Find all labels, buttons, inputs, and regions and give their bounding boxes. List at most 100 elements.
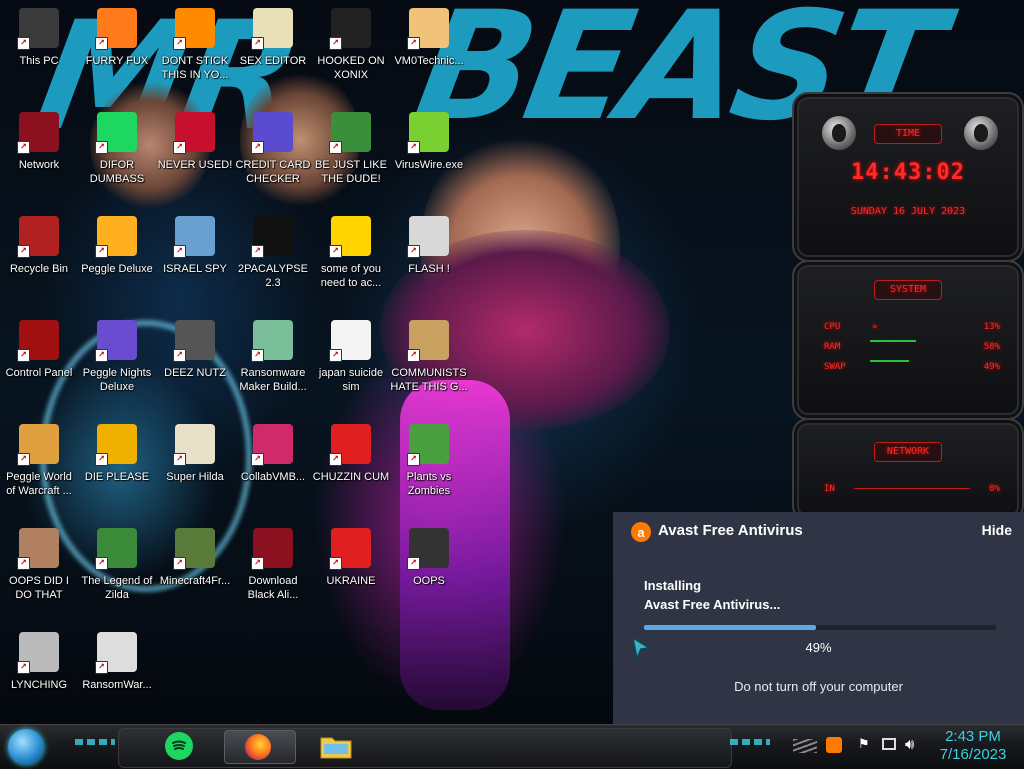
desktop-icon[interactable]: ↗ BE JUST LIKE THE DUDE!: [312, 106, 390, 202]
desktop-icon[interactable]: ↗ Network: [0, 106, 78, 202]
desktop-icon[interactable]: ↗ This PC: [0, 2, 78, 98]
shortcut-arrow-icon: ↗: [251, 557, 264, 570]
cpu-row: CPU » 13%: [824, 322, 1000, 336]
desktop-icon[interactable]: ↗ Recycle Bin: [0, 210, 78, 306]
desktop-icon[interactable]: ↗ Peggle Deluxe: [78, 210, 156, 306]
avast-tray-icon[interactable]: [826, 737, 842, 753]
desktop-icon-label: LYNCHING: [10, 679, 68, 691]
desktop-icon[interactable]: ↗ Peggle Nights Deluxe: [78, 314, 156, 410]
swap-value: 49%: [983, 362, 1000, 372]
desktop-icon[interactable]: ↗ Download Black Ali...: [234, 522, 312, 618]
shortcut-arrow-icon: ↗: [95, 349, 108, 362]
desktop-icon[interactable]: ↗ DIFOR DUMBASS: [78, 106, 156, 202]
desktop-icon-label: UKRAINE: [326, 575, 376, 587]
desktop-icon[interactable]: ↗ some of you need to ac...: [312, 210, 390, 306]
desktop-icon[interactable]: ↗ 2PACALYPSE 2.3: [234, 210, 312, 306]
shortcut-arrow-icon: ↗: [407, 141, 420, 154]
desktop-icon-label: The Legend of Zilda: [81, 575, 153, 601]
spy-icon: ↗: [173, 216, 215, 258]
desktop-icon[interactable]: ↗ Control Panel: [0, 314, 78, 410]
desktop-icon[interactable]: ↗ DONT STICK THIS IN YO...: [156, 2, 234, 98]
firefox-icon: ↗: [95, 8, 137, 50]
shortcut-arrow-icon: ↗: [251, 349, 264, 362]
desktop-icon-label: Minecraft4Fr...: [159, 575, 231, 587]
desktop-icon[interactable]: ↗ VirusWire.exe: [390, 106, 468, 202]
desktop-icon[interactable]: ↗ COMMUNISTS HATE THIS G...: [390, 314, 468, 410]
dev-cpp-icon: ↗: [173, 112, 215, 154]
desktop-icon[interactable]: ↗ OOPS: [390, 522, 468, 618]
desktop-icon-label: OOPS: [413, 575, 445, 587]
taskbar: ⚑ 🔊︎ 2:43 PM 7/16/2023: [0, 724, 1024, 769]
desktop-icon-label: DIE PLEASE: [84, 471, 150, 483]
taskbar-accent-left: [75, 739, 115, 745]
money-bag-icon: ↗: [407, 320, 449, 362]
desktop-icon-label: DEEZ NUTZ: [164, 367, 226, 379]
desktop-icon[interactable]: ↗ NEVER USED!: [156, 106, 234, 202]
desktop-icon[interactable]: ↗ Peggle World of Warcraft ...: [0, 418, 78, 514]
network-tray-icon[interactable]: [882, 738, 896, 750]
desktop-icon[interactable]: ↗ The Legend of Zilda: [78, 522, 156, 618]
peggle-icon: ↗: [95, 216, 137, 258]
clock-date: 7/16/2023: [939, 746, 1007, 763]
recycle-bin-icon: ↗: [17, 216, 59, 258]
desktop-icon-label: DONT STICK THIS IN YO...: [161, 55, 229, 81]
desktop-icon[interactable]: ↗ OOPS DID I DO THAT: [0, 522, 78, 618]
santa-icon: ↗: [329, 112, 371, 154]
plant-icon: ↗: [407, 424, 449, 466]
shortcut-arrow-icon: ↗: [173, 141, 186, 154]
desktop-icon-label: Plants vs Zombies: [406, 471, 452, 497]
desktop-icon[interactable]: ↗ DIE PLEASE: [78, 418, 156, 514]
desktop-icon[interactable]: ↗ CHUZZIN CUM: [312, 418, 390, 514]
gadget-network-panel[interactable]: NETWORK IN 0%: [792, 418, 1024, 522]
gadget-date: SUNDAY 16 JULY 2023: [850, 206, 966, 217]
desktop-icon-label: FLASH !: [408, 263, 450, 275]
shortcut-arrow-icon: ↗: [95, 141, 108, 154]
desktop-icon[interactable]: ↗ SEX EDITOR: [234, 2, 312, 98]
gadget-system-panel[interactable]: SYSTEM CPU » 13% RAM 58% SWAP 49%: [792, 260, 1024, 420]
desktop-icon[interactable]: ↗ UKRAINE: [312, 522, 390, 618]
hide-button[interactable]: Hide: [982, 522, 1012, 538]
oops-book-icon: ↗: [407, 528, 449, 570]
desktop-icon[interactable]: ↗ Minecraft4Fr...: [156, 522, 234, 618]
shortcut-arrow-icon: ↗: [17, 453, 30, 466]
desktop-icon[interactable]: ↗ ISRAEL SPY: [156, 210, 234, 306]
desktop-icon[interactable]: ↗ CREDIT CARD CHECKER: [234, 106, 312, 202]
ransomware-builder-icon: ↗: [251, 320, 293, 362]
volume-icon[interactable]: 🔊︎: [905, 735, 914, 753]
desktop-icon-label: NEVER USED!: [157, 159, 233, 171]
swap-label: SWAP: [824, 362, 846, 372]
avast-title: Avast Free Antivirus: [658, 522, 803, 539]
shortcut-arrow-icon: ↗: [173, 557, 186, 570]
show-hidden-icons-icon[interactable]: [793, 739, 817, 753]
shortcut-arrow-icon: ↗: [329, 245, 342, 258]
desktop-icon[interactable]: ↗ japan suicide sim: [312, 314, 390, 410]
desktop-icon[interactable]: ↗ VM0Technic...: [390, 2, 468, 98]
gadget-time-title: TIME: [874, 124, 942, 144]
desktop-icon[interactable]: ↗ Ransomware Maker Build...: [234, 314, 312, 410]
desktop-icon[interactable]: ↗ FLASH !: [390, 210, 468, 306]
shortcut-arrow-icon: ↗: [17, 37, 30, 50]
desktop-icon[interactable]: ↗ DEEZ NUTZ: [156, 314, 234, 410]
desktop-icon-label: CHUZZIN CUM: [312, 471, 390, 483]
taskbar-firefox-active[interactable]: [224, 730, 296, 764]
gadget-time-panel[interactable]: TIME 14:43:02 SUNDAY 16 JULY 2023: [792, 92, 1024, 262]
desktop-icon[interactable]: ↗ FURRY FUX: [78, 2, 156, 98]
desktop-icon[interactable]: ↗ HOOKED ON XONIX: [312, 2, 390, 98]
spotify-like-icon[interactable]: [165, 732, 193, 760]
desktop-icon[interactable]: ↗ LYNCHING: [0, 626, 78, 722]
desktop-icon[interactable]: ↗ CollabVMB...: [234, 418, 312, 514]
desktop-icon-label: This PC: [19, 55, 59, 67]
desktop-icon[interactable]: ↗ RansomWar...: [78, 626, 156, 722]
file-explorer-icon[interactable]: [320, 733, 352, 759]
shortcut-arrow-icon: ↗: [251, 245, 264, 258]
start-orb-button[interactable]: [8, 729, 44, 765]
ram-value: 58%: [983, 342, 1000, 352]
desktop-icon[interactable]: ↗ Super Hilda: [156, 418, 234, 514]
install-percent: 49%: [805, 640, 832, 655]
desktop-icon[interactable]: ↗ Plants vs Zombies: [390, 418, 468, 514]
action-center-flag-icon[interactable]: ⚑: [858, 737, 870, 752]
desktop-icon-label: OOPS DID I DO THAT: [9, 575, 69, 601]
taskbar-clock[interactable]: 2:43 PM 7/16/2023: [928, 728, 1018, 764]
gear-flag-icon: ↗: [17, 632, 59, 674]
firefox-icon: [245, 734, 271, 760]
